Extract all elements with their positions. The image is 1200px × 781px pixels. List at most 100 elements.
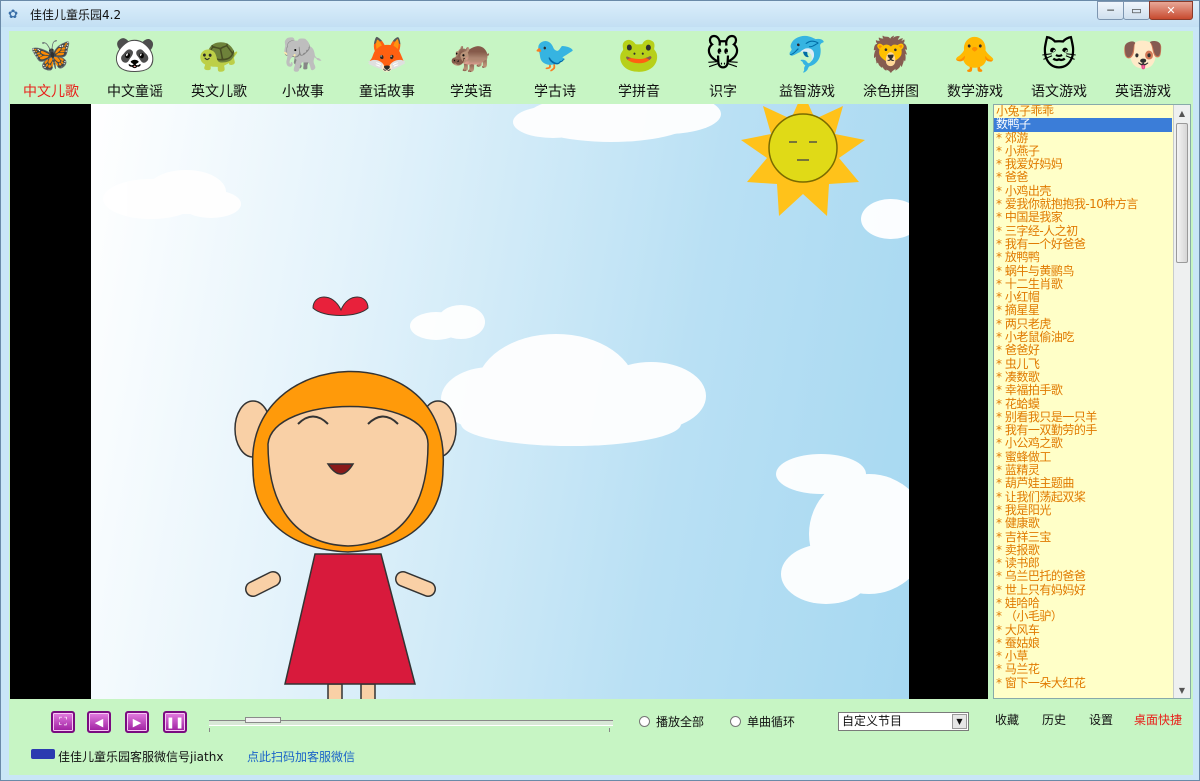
- toolbar-item-label: 语文游戏: [1031, 84, 1087, 100]
- playlist-item[interactable]: * 摘星星: [994, 304, 1172, 317]
- playback-controls: ⛶ ◀ ▶ ❚❚ 播放全部 单曲循环 自定义节目 ▼ 收藏 历史 设置 桌面快捷…: [9, 701, 1193, 775]
- playlist-item[interactable]: 数鸭子: [994, 118, 1172, 132]
- panda-icon: 🐼: [113, 35, 157, 75]
- playlist-item[interactable]: * 葫芦娃主题曲: [994, 477, 1172, 490]
- playlist-scrollbar[interactable]: ▲ ▼: [1173, 105, 1190, 698]
- hippo-icon: 🦛: [449, 35, 493, 75]
- fullscreen-button[interactable]: ⛶: [51, 711, 75, 733]
- toolbar-item-1[interactable]: 🐼 中文童谣: [93, 31, 177, 103]
- progress-thumb[interactable]: [245, 717, 282, 723]
- playlist-item[interactable]: * 三字经-人之初: [994, 224, 1172, 238]
- toolbar-item-4[interactable]: 🦊 童话故事: [345, 31, 429, 103]
- playlist-item[interactable]: * 蜗牛与黄鹂鸟: [994, 264, 1172, 278]
- playlist-item[interactable]: * 爸爸: [994, 171, 1172, 184]
- playlist-item[interactable]: * 爸爸好: [994, 344, 1172, 357]
- toolbar-item-label: 小故事: [282, 84, 324, 100]
- toolbar-item-3[interactable]: 🐘 小故事: [261, 31, 345, 103]
- video-player[interactable]: [10, 104, 988, 699]
- pause-button[interactable]: ❚❚: [163, 711, 187, 733]
- toolbar-item-2[interactable]: 🐢 英文儿歌: [177, 31, 261, 103]
- toolbar-item-label: 学古诗: [534, 84, 576, 100]
- previous-button[interactable]: ◀: [87, 711, 111, 733]
- toolbar-item-5[interactable]: 🦛 学英语: [429, 31, 513, 103]
- video-frame: [91, 104, 909, 699]
- toolbar-item-9[interactable]: 🐬 益智游戏: [765, 31, 849, 103]
- app-logo-icon: ✿: [8, 7, 19, 21]
- toolbar-item-label: 中文儿歌: [23, 84, 79, 100]
- toolbar-item-10[interactable]: 🦁 涂色拼图: [849, 31, 933, 103]
- toolbar-item-0[interactable]: 🦋 中文儿歌: [9, 31, 93, 103]
- playlist-item[interactable]: * 花蛤蟆: [994, 397, 1172, 411]
- playlist-item[interactable]: * （小毛驴）: [994, 610, 1172, 623]
- radio-circle-icon: [639, 716, 650, 727]
- close-button[interactable]: ✕: [1149, 1, 1193, 20]
- playlist-item[interactable]: * 健康歌: [994, 517, 1172, 530]
- playlist-item[interactable]: * 小公鸡之歌: [994, 437, 1172, 450]
- radio-circle-icon: [730, 716, 741, 727]
- single-loop-radio[interactable]: 单曲循环: [730, 713, 795, 730]
- chevron-down-icon[interactable]: ▼: [952, 714, 967, 729]
- playlist-item[interactable]: * 虫儿飞: [994, 357, 1172, 371]
- scroll-up-icon[interactable]: ▲: [1174, 105, 1190, 121]
- history-button[interactable]: 历史: [1042, 711, 1066, 728]
- playlist-item[interactable]: * 乌兰巴托的爸爸: [994, 570, 1172, 583]
- category-toolbar: 🦋 中文儿歌 🐼 中文童谣 🐢 英文儿歌 🐘 小故事 🦊 童话故事 🦛 学英语 🐦 学古诗 🐸 学拼音 🐭 识字 🐬…: [9, 31, 1193, 103]
- window-controls: ─ ▭ ✕: [1097, 1, 1193, 20]
- playlist-item[interactable]: * 世上只有妈妈好: [994, 583, 1172, 597]
- scroll-down-icon[interactable]: ▼: [1174, 682, 1190, 698]
- customer-service-text: 佳佳儿童乐园客服微信号jiathx: [58, 750, 224, 764]
- frog-icon: 🐸: [617, 35, 661, 75]
- playlist-item[interactable]: * 马兰花: [994, 663, 1172, 676]
- play-button[interactable]: ▶: [125, 711, 149, 733]
- playlist-item[interactable]: * 郊游: [994, 131, 1172, 145]
- fox-icon: 🦊: [365, 35, 409, 75]
- playlist-item[interactable]: * 幸福拍手歌: [994, 384, 1172, 397]
- cartoon-scene-image: [103, 104, 909, 699]
- toolbar-item-label: 识字: [709, 84, 737, 100]
- toolbar-item-8[interactable]: 🐭 识字: [681, 31, 765, 103]
- playlist-item[interactable]: * 中国是我家: [994, 211, 1172, 224]
- toolbar-item-label: 童话故事: [359, 84, 415, 100]
- playlist-item[interactable]: * 蓝精灵: [994, 463, 1172, 477]
- playlist-item[interactable]: * 小老鼠偷油吃: [994, 330, 1172, 344]
- playlist-item[interactable]: * 我爱好妈妈: [994, 158, 1172, 171]
- maximize-button[interactable]: ▭: [1123, 1, 1150, 20]
- playlist-item[interactable]: * 大风车: [994, 623, 1172, 637]
- program-select[interactable]: 自定义节目 ▼: [838, 712, 969, 731]
- toolbar-item-label: 学英语: [450, 84, 492, 100]
- scrollbar-thumb[interactable]: [1176, 123, 1188, 263]
- toolbar-item-13[interactable]: 🐶 英语游戏: [1101, 31, 1185, 103]
- title-bar[interactable]: ✿ 佳佳儿童乐园4.2 ─ ▭ ✕: [1, 1, 1199, 27]
- playlist-item[interactable]: * 窗下一朵大红花: [994, 676, 1172, 690]
- toolbar-item-label: 英语游戏: [1115, 84, 1171, 100]
- client-area: 🦋 中文儿歌 🐼 中文童谣 🐢 英文儿歌 🐘 小故事 🦊 童话故事 🦛 学英语 🐦 学古诗 🐸 学拼音 🐭 识字 🐬…: [9, 31, 1193, 775]
- scan-qr-link[interactable]: 点此扫码加客服微信: [247, 748, 355, 765]
- toolbar-item-11[interactable]: 🐥 数学游戏: [933, 31, 1017, 103]
- playlist-item[interactable]: * 蜜蜂做工: [994, 450, 1172, 464]
- favorites-button[interactable]: 收藏: [995, 711, 1019, 728]
- playlist-item[interactable]: * 吉祥三宝: [994, 530, 1172, 544]
- mouse-icon: 🐭: [705, 35, 741, 75]
- playlist-item[interactable]: * 卖报歌: [994, 543, 1172, 557]
- playlist-item[interactable]: * 放鸭鸭: [994, 251, 1172, 264]
- toolbar-item-7[interactable]: 🐸 学拼音: [597, 31, 681, 103]
- settings-button[interactable]: 设置: [1089, 711, 1113, 728]
- song-playlist[interactable]: 小兔子乖乖 数鸭子 * 郊游 * 小燕子 * 我爱好妈妈 * 爸爸 * 小鸡出壳 * 爱我你就…: [993, 104, 1191, 699]
- desktop-shortcut-button[interactable]: 桌面快捷: [1134, 711, 1182, 728]
- cat-icon: 🐱: [1041, 35, 1077, 75]
- turtle-icon: 🐢: [197, 35, 241, 75]
- playlist-item[interactable]: * 蚕姑娘: [994, 636, 1172, 650]
- minimize-button[interactable]: ─: [1097, 1, 1124, 20]
- butterfly-icon: 🦋: [29, 35, 73, 75]
- play-all-radio[interactable]: 播放全部: [639, 713, 704, 730]
- progress-slider[interactable]: [209, 717, 613, 732]
- progress-tick: [209, 728, 210, 732]
- progress-tick: [609, 728, 610, 732]
- toolbar-item-label: 数学游戏: [947, 84, 1003, 100]
- toolbar-item-6[interactable]: 🐦 学古诗: [513, 31, 597, 103]
- toolbar-item-12[interactable]: 🐱 语文游戏: [1017, 31, 1101, 103]
- program-select-value: 自定义节目: [842, 714, 903, 728]
- playlist-item[interactable]: * 让我们荡起双桨: [994, 490, 1172, 504]
- lion-icon: 🦁: [869, 35, 913, 75]
- playlist-item[interactable]: * 小燕子: [994, 144, 1172, 158]
